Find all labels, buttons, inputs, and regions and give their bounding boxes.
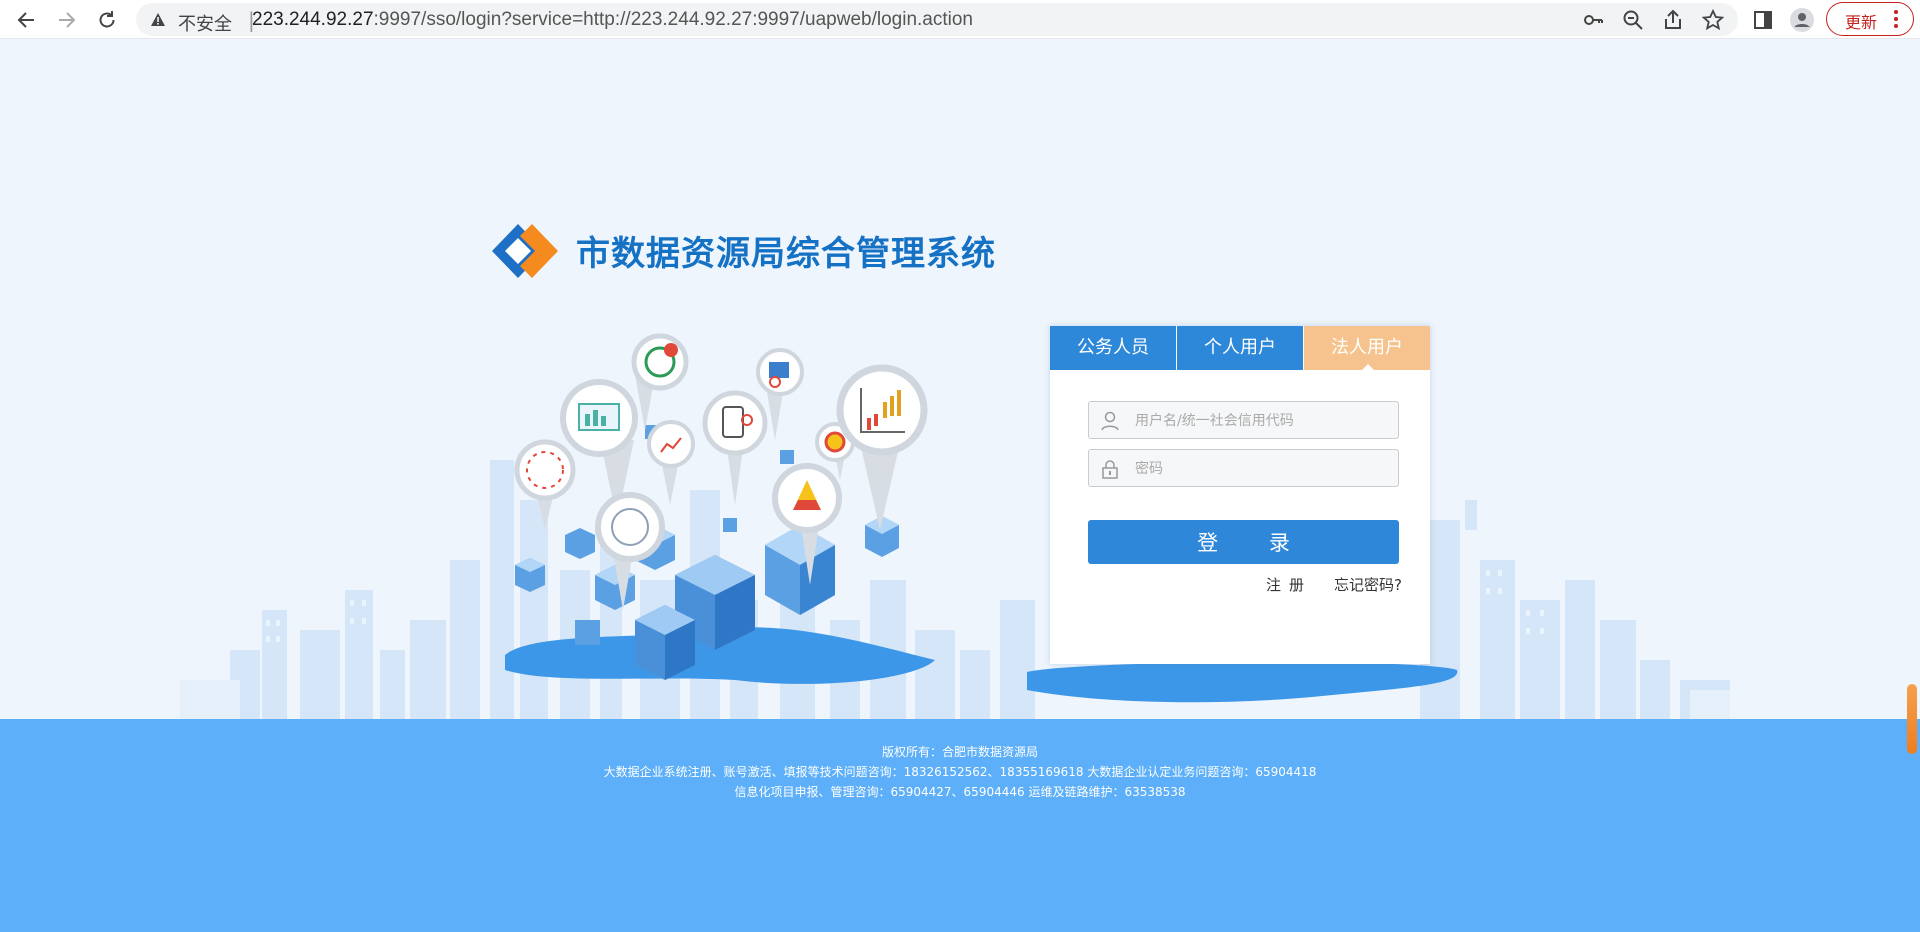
side-panel-icon[interactable] [1748, 5, 1778, 35]
forgot-password-link[interactable]: 忘记密码? [1334, 574, 1402, 595]
logo-icon [490, 222, 560, 284]
system-title: 市数据资源局综合管理系统 [576, 234, 996, 274]
username-input[interactable] [1135, 410, 1385, 432]
footer-contact-line: 信息化项目申报、管理咨询：65904427、65904446 运维及链路维护：6… [734, 785, 1186, 799]
footer-copyright: 版权所有：合肥市数据资源局 [881, 745, 1038, 759]
scrollbar-thumb[interactable] [1907, 684, 1917, 754]
profile-icon[interactable] [1787, 5, 1817, 35]
password-input[interactable] [1135, 458, 1385, 480]
zoom-out-icon[interactable] [1620, 7, 1646, 33]
reload-icon[interactable] [92, 5, 122, 35]
lock-icon [1099, 458, 1121, 484]
city-skyline-background [0, 400, 1920, 724]
username-field[interactable] [1088, 401, 1399, 439]
star-icon[interactable] [1700, 7, 1726, 33]
insecure-label[interactable]: 不安全 [178, 10, 232, 36]
url-host: 223.244.92.27 [252, 9, 374, 30]
data-illustration [495, 330, 955, 694]
update-label: 更新 [1845, 13, 1878, 32]
footer: 版权所有：合肥市数据资源局 大数据企业系统注册、账号激活、填报等技术问题咨询：1… [0, 719, 1920, 932]
register-link[interactable]: 注册 [1266, 574, 1312, 595]
password-field[interactable] [1088, 449, 1399, 487]
key-icon[interactable] [1580, 7, 1606, 33]
card-puddle [1022, 660, 1462, 714]
update-button[interactable]: 更新 [1826, 2, 1914, 36]
browser-toolbar: 不安全 | 223.244.92.27:9997/sso/login?servi… [0, 0, 1920, 39]
login-button[interactable]: 登 录 [1088, 520, 1399, 564]
url-text[interactable]: 223.244.92.27:9997/sso/login?service=htt… [252, 9, 973, 31]
user-icon [1099, 410, 1121, 436]
footer-support-line: 大数据企业系统注册、账号激活、填报等技术问题咨询：18326152562、183… [603, 765, 1317, 779]
login-panel: 公务人员 个人用户 法人用户 登 录 注册 忘记密码? [1050, 326, 1430, 664]
back-icon[interactable] [11, 5, 41, 35]
warning-icon[interactable] [150, 12, 166, 31]
share-icon[interactable] [1660, 7, 1686, 33]
tab-personal-user[interactable]: 个人用户 [1177, 326, 1303, 370]
address-bar[interactable]: 不安全 | 223.244.92.27:9997/sso/login?servi… [136, 3, 1738, 36]
active-tab-indicator [1361, 364, 1375, 371]
forward-icon[interactable] [52, 5, 82, 35]
tab-civil-servant[interactable]: 公务人员 [1050, 326, 1176, 370]
url-path: :9997/sso/login?service=http://223.244.9… [373, 9, 973, 30]
more-icon[interactable] [1893, 8, 1899, 34]
